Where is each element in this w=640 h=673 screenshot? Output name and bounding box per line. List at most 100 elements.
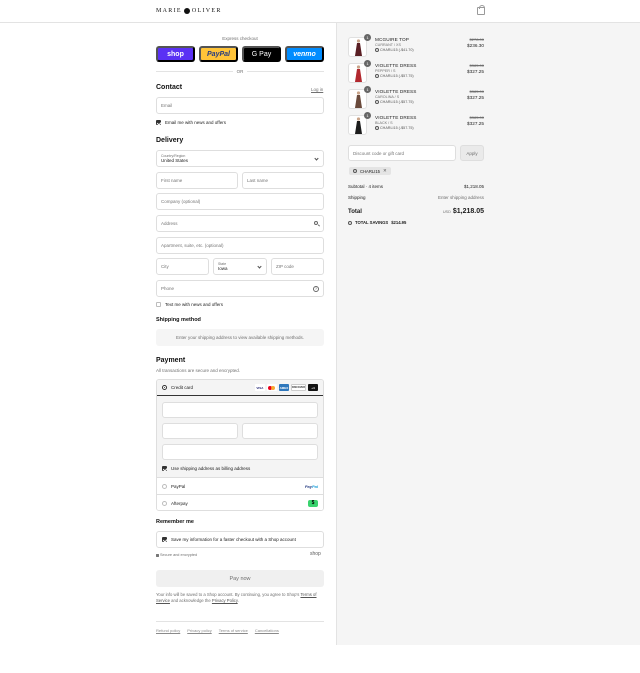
remember-me-box: Save my information for a faster checkou… (156, 531, 324, 548)
company-field[interactable] (156, 193, 324, 210)
shop-logo-icon: shop (310, 551, 321, 557)
item-name: MCGUIRE TOP (375, 37, 410, 42)
contact-heading: Contact (156, 84, 183, 91)
footer-links: Refund policy Privacy policy Terms of se… (156, 621, 324, 633)
quantity-badge: 1 (364, 34, 371, 41)
tag-icon (375, 74, 379, 78)
paypal-option[interactable]: PayPal PayPal (157, 477, 323, 494)
shipping-row: Shipping Enter shipping address (348, 195, 484, 200)
apartment-input[interactable] (161, 238, 323, 253)
cancellations-link[interactable]: Cancellations (255, 628, 279, 633)
first-name-field[interactable] (156, 172, 238, 189)
more-cards-badge[interactable]: +4 (308, 384, 318, 391)
name-on-card-field[interactable] (162, 444, 318, 460)
city-input[interactable] (161, 259, 208, 274)
legal-end: . (237, 598, 239, 603)
email-field[interactable] (156, 97, 324, 114)
state-select[interactable]: State Iowa (213, 258, 267, 275)
privacy-policy-link[interactable]: Privacy policy (187, 628, 211, 633)
pay-now-button[interactable]: Pay now (156, 570, 324, 587)
first-name-input[interactable] (161, 173, 237, 188)
tag-icon (353, 169, 357, 173)
total-row: Total USD $1,218.05 (348, 208, 484, 215)
refund-policy-link[interactable]: Refund policy (156, 628, 180, 633)
remember-me-checkbox[interactable] (162, 537, 167, 542)
applied-code: CHARLI15 (360, 168, 381, 174)
last-name-field[interactable] (242, 172, 324, 189)
item-price: $236.30 (467, 43, 484, 48)
card-number-field[interactable] (162, 402, 318, 418)
brand-mark-icon (183, 8, 190, 14)
item-discount: CHARLI15 (-$57.75) (375, 126, 414, 130)
card-details-area: Use shipping address as billing address (157, 396, 323, 490)
item-variant: CAROLINA / S (375, 95, 400, 99)
city-field[interactable] (156, 258, 209, 275)
google-pay-button[interactable]: G Pay (242, 46, 281, 62)
zip-input[interactable] (276, 259, 323, 274)
credit-card-radio[interactable] (162, 385, 167, 390)
amex-icon: AMEX (278, 384, 289, 391)
company-input[interactable] (161, 194, 323, 209)
terms-of-service-link[interactable]: Terms of service (219, 628, 248, 633)
afterpay-radio[interactable] (162, 500, 167, 506)
card-brands: VISA AMEX DISCOVER +4 (254, 384, 318, 391)
paypal-radio[interactable] (162, 483, 167, 489)
zip-field[interactable] (271, 258, 324, 275)
brand-logo[interactable]: MARIE OLIVER (156, 8, 222, 14)
tag-icon (375, 126, 379, 130)
savings-label: TOTAL SAVINGS (355, 220, 389, 225)
state-value: Iowa (218, 266, 228, 271)
security-code-field[interactable] (242, 423, 318, 439)
apartment-field[interactable] (156, 237, 324, 254)
tag-icon (348, 220, 352, 225)
subtotal-row: Subtotal · 4 items $1,218.05 (348, 184, 484, 189)
address-field[interactable] (156, 215, 324, 232)
discount-input[interactable] (353, 150, 455, 156)
total-label: Total (348, 209, 362, 215)
shop-pay-button[interactable]: shop (156, 46, 195, 62)
item-variant: PEPPER / S (375, 69, 396, 73)
discount-field[interactable] (348, 145, 456, 161)
email-input[interactable] (161, 98, 323, 113)
item-price: $327.25 (467, 95, 484, 100)
country-select[interactable]: Country/Region United States (156, 150, 324, 167)
item-price: $327.25 (467, 69, 484, 74)
item-variant: BLACK / S (375, 121, 393, 125)
mastercard-icon (266, 384, 277, 391)
cart-item: 1 VIOLETTE DRESS CAROLINA / S CHARLI15 (… (348, 86, 484, 109)
legal-text-b: and acknowledge the (171, 598, 211, 603)
billing-address-label: Use shipping address as billing address (171, 466, 251, 471)
privacy-link[interactable]: Privacy Policy (212, 598, 238, 603)
paypal-button[interactable]: PayPal (199, 46, 238, 62)
chevron-down-icon (314, 156, 319, 161)
page-bottom (0, 645, 640, 673)
login-link[interactable]: Log in (311, 87, 323, 92)
paypal-logo-icon: PayPal (305, 484, 318, 489)
item-original-price: $385.00 (469, 89, 484, 94)
address-input[interactable] (161, 216, 323, 231)
total-savings: TOTAL SAVINGS $214.95 (348, 220, 406, 225)
credit-card-option[interactable]: Credit card VISA AMEX DISCOVER +4 (157, 380, 323, 396)
credit-card-label: Credit card (171, 385, 194, 390)
last-name-input[interactable] (247, 173, 323, 188)
tag-icon (375, 100, 379, 104)
phone-input[interactable] (161, 281, 323, 296)
apply-discount-button[interactable]: Apply (460, 145, 484, 161)
quantity-badge: 1 (364, 60, 371, 67)
help-icon[interactable]: ? (313, 286, 319, 292)
lock-icon (156, 553, 159, 557)
text-news-checkbox[interactable] (156, 302, 161, 307)
shipping-placeholder: Enter your shipping address to view avai… (156, 329, 324, 346)
email-news-checkbox[interactable] (156, 120, 161, 125)
cart-item: 1 MCGUIRE TOP CURRANT / XS CHARLI15 (-$4… (348, 34, 484, 57)
item-original-price: $385.00 (469, 63, 484, 68)
afterpay-option[interactable]: Afterpay $ (157, 494, 323, 510)
cart-item: 1 VIOLETTE DRESS PEPPER / S CHARLI15 (-$… (348, 60, 484, 83)
phone-field[interactable]: ? (156, 280, 324, 297)
shopping-bag-icon[interactable] (477, 5, 485, 15)
billing-address-checkbox[interactable] (162, 466, 167, 471)
close-icon[interactable]: ✕ (383, 168, 387, 174)
expiration-field[interactable] (162, 423, 238, 439)
venmo-button[interactable]: venmo (285, 46, 324, 62)
secure-note: Secure and encrypted (156, 553, 197, 557)
